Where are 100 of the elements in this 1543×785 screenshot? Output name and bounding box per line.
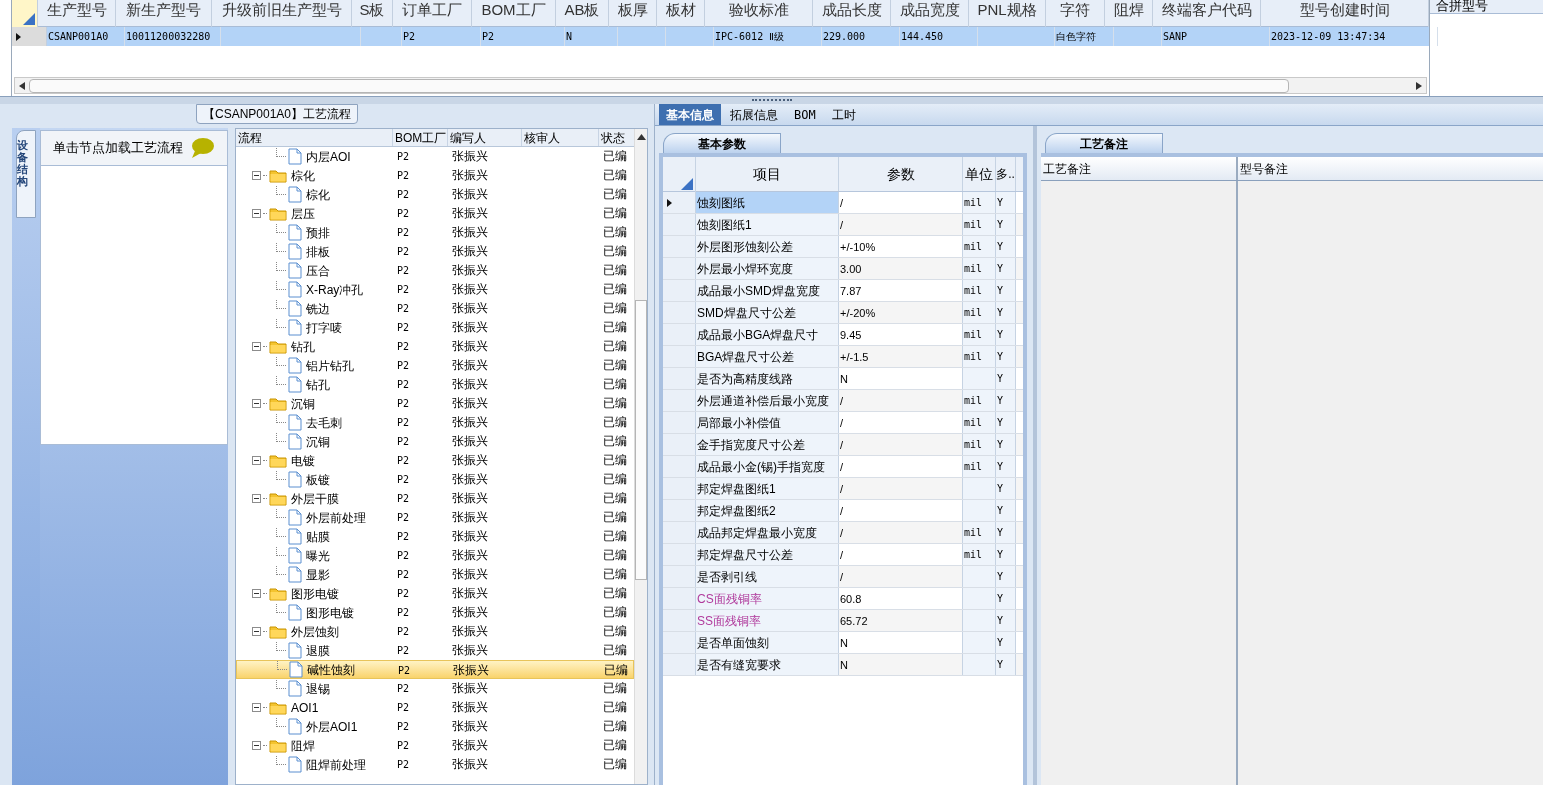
collapse-icon[interactable] [252, 209, 261, 218]
row-header[interactable] [12, 27, 47, 46]
tree-row[interactable]: 外层干膜 P2 张振兴 已编 [236, 489, 634, 508]
collapse-icon[interactable] [252, 703, 261, 712]
tree-row[interactable]: 外层蚀刻 P2 张振兴 已编 [236, 622, 634, 641]
param-label[interactable]: 蚀刻图纸 [696, 192, 839, 213]
param-label[interactable]: 邦定焊盘图纸2 [696, 500, 839, 521]
row-header[interactable] [663, 192, 696, 213]
tree-row[interactable]: 外层前处理 P2 张振兴 已编 [236, 508, 634, 527]
column-header[interactable]: 单位 [963, 157, 996, 191]
collapse-icon[interactable] [252, 741, 261, 750]
scrollbar-thumb[interactable] [29, 78, 1289, 93]
panel-tab[interactable]: 基本参数 [663, 133, 781, 153]
param-label[interactable]: 成品最小BGA焊盘尺寸 [696, 324, 839, 345]
collapse-icon[interactable] [252, 589, 261, 598]
column-header[interactable]: 参数 [839, 157, 963, 191]
tab[interactable]: 拓展信息 [723, 104, 785, 125]
column-header[interactable]: 合拼型号 [1430, 0, 1543, 14]
tab[interactable]: 基本信息 [659, 104, 721, 125]
param-label[interactable]: 成品最小SMD焊盘宽度 [696, 280, 839, 301]
tree-row[interactable]: 曝光 P2 张振兴 已编 [236, 546, 634, 565]
horizontal-scrollbar[interactable] [14, 77, 1427, 94]
tree-row[interactable]: 钻孔 P2 张振兴 已编 [236, 337, 634, 356]
param-label[interactable]: 是否剥引线 [696, 566, 839, 587]
tab[interactable]: BOM [787, 104, 823, 125]
param-label[interactable]: 金手指宽度尺寸公差 [696, 434, 839, 455]
param-label[interactable]: 成品邦定焊盘最小宽度 [696, 522, 839, 543]
vertical-scrollbar[interactable] [634, 129, 647, 784]
param-label[interactable]: SMD焊盘尺寸公差 [696, 302, 839, 323]
tree-row[interactable]: 外层AOI1 P2 张振兴 已编 [236, 717, 634, 736]
tree-row[interactable]: 退锡 P2 张振兴 已编 [236, 679, 634, 698]
param-label[interactable]: 邦定焊盘尺寸公差 [696, 544, 839, 565]
tree-row[interactable]: 钻孔 P2 张振兴 已编 [236, 375, 634, 394]
tree-row[interactable]: 板镀 P2 张振兴 已编 [236, 470, 634, 489]
table-cell[interactable]: 10011200032280 [126, 31, 211, 42]
table-cell[interactable]: 2023-12-09 13:47:34 [1271, 31, 1386, 42]
tree-row[interactable]: 排板 P2 张振兴 已编 [236, 242, 634, 261]
tree-row[interactable]: 压合 P2 张振兴 已编 [236, 261, 634, 280]
tree-row[interactable]: 去毛刺 P2 张振兴 已编 [236, 413, 634, 432]
tab[interactable]: 工时 [824, 104, 863, 125]
tree-row[interactable]: 内层AOI P2 张振兴 已编 [236, 147, 634, 166]
collapse-icon[interactable] [252, 627, 261, 636]
panel-tab[interactable]: 工艺备注 [1045, 133, 1163, 153]
table-cell[interactable]: N [566, 31, 573, 42]
scrollbar-thumb[interactable] [635, 300, 647, 580]
tree-row[interactable]: X-Ray冲孔 P2 张振兴 已编 [236, 280, 634, 299]
tree-row[interactable]: 沉铜 P2 张振兴 已编 [236, 394, 634, 413]
column-header[interactable]: BOM工厂 [393, 129, 448, 146]
collapse-icon[interactable] [252, 342, 261, 351]
param-label[interactable]: CS面残铜率 [696, 588, 839, 609]
column-header[interactable]: 核审人 [522, 129, 599, 146]
tree-row[interactable]: 显影 P2 张振兴 已编 [236, 565, 634, 584]
column-header[interactable]: 型号备注 [1238, 157, 1543, 180]
tree-row[interactable]: 图形电镀 P2 张振兴 已编 [236, 584, 634, 603]
column-header[interactable]: 项目 [696, 157, 839, 191]
table-cell[interactable]: P2 [403, 31, 416, 42]
param-label[interactable]: 是否为高精度线路 [696, 368, 839, 389]
param-label[interactable]: 蚀刻图纸1 [696, 214, 839, 235]
table-cell[interactable]: P2 [482, 31, 495, 42]
collapse-icon[interactable] [252, 456, 261, 465]
tree-row[interactable]: 退膜 P2 张振兴 已编 [236, 641, 634, 660]
tree-row[interactable]: 阻焊前处理 P2 张振兴 已编 [236, 755, 634, 774]
column-header[interactable]: 编写人 [448, 129, 522, 146]
splitter-grip-icon[interactable] [751, 99, 792, 102]
tree-row[interactable]: 层压 P2 张振兴 已编 [236, 204, 634, 223]
param-label[interactable]: 外层图形蚀刻公差 [696, 236, 839, 257]
table-cell[interactable]: IPC-6012 Ⅱ级 [715, 31, 785, 42]
collapse-icon[interactable] [252, 494, 261, 503]
collapse-icon[interactable] [252, 171, 261, 180]
tree-row[interactable]: 预排 P2 张振兴 已编 [236, 223, 634, 242]
tree-row[interactable]: 打字唛 P2 张振兴 已编 [236, 318, 634, 337]
param-label[interactable]: BGA焊盘尺寸公差 [696, 346, 839, 367]
table-cell[interactable]: 144.450 [901, 31, 944, 42]
table-cell[interactable]: 229.000 [823, 31, 866, 42]
scroll-right-icon[interactable] [1416, 81, 1422, 90]
param-label[interactable]: 外层通道补偿后最小宽度 [696, 390, 839, 411]
scroll-up-icon[interactable] [637, 134, 646, 140]
param-label[interactable]: 邦定焊盘图纸1 [696, 478, 839, 499]
tree-row[interactable]: 贴膜 P2 张振兴 已编 [236, 527, 634, 546]
table-cell[interactable]: SANP [1163, 31, 1188, 42]
column-header[interactable]: 多.. [996, 157, 1016, 191]
param-label[interactable]: SS面残铜率 [696, 610, 839, 631]
param-label[interactable]: 是否单面蚀刻 [696, 632, 839, 653]
column-header[interactable]: 工艺备注 [1041, 157, 1238, 180]
table-cell[interactable]: 白色字符 [1056, 31, 1096, 42]
table-cell[interactable]: CSANP001A0 [48, 31, 109, 42]
param-label[interactable]: 局部最小补偿值 [696, 412, 839, 433]
tree-row[interactable]: 图形电镀 P2 张振兴 已编 [236, 603, 634, 622]
param-label[interactable]: 外层最小焊环宽度 [696, 258, 839, 279]
collapse-icon[interactable] [252, 399, 261, 408]
tree-row[interactable]: 棕化 P2 张振兴 已编 [236, 166, 634, 185]
param-label[interactable]: 成品最小金(锡)手指宽度 [696, 456, 839, 477]
tree-row[interactable]: AOI1 P2 张振兴 已编 [236, 698, 634, 717]
param-label[interactable]: 是否有缝宽要求 [696, 654, 839, 675]
tree-row[interactable]: 碱性蚀刻 P2 张振兴 已编 [236, 660, 634, 679]
tree-row[interactable]: 铣边 P2 张振兴 已编 [236, 299, 634, 318]
tree-row[interactable]: 沉铜 P2 张振兴 已编 [236, 432, 634, 451]
side-tab[interactable]: 设备结构 [16, 130, 36, 218]
tree-row[interactable]: 阻焊 P2 张振兴 已编 [236, 736, 634, 755]
tree-row[interactable]: 棕化 P2 张振兴 已编 [236, 185, 634, 204]
